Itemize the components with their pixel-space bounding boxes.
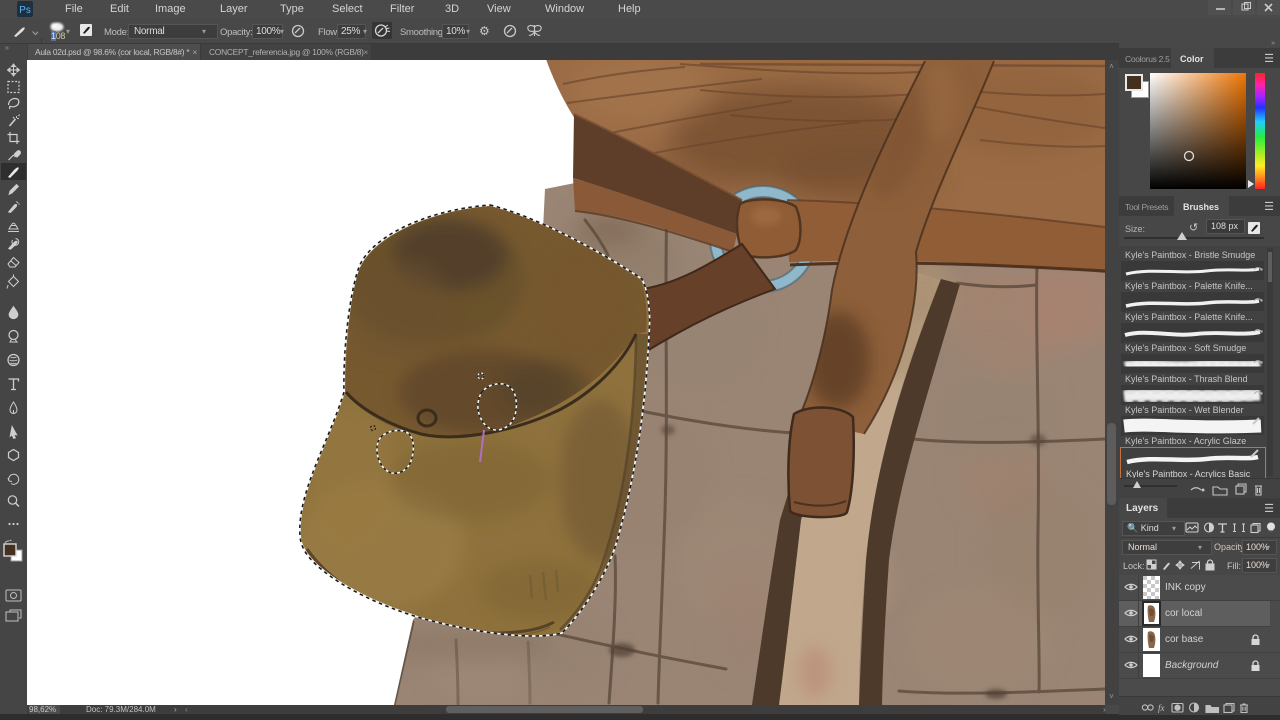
svg-text:Ps: Ps xyxy=(19,5,31,16)
svg-text:fx: fx xyxy=(1158,703,1165,713)
svg-text:»: » xyxy=(5,45,9,52)
